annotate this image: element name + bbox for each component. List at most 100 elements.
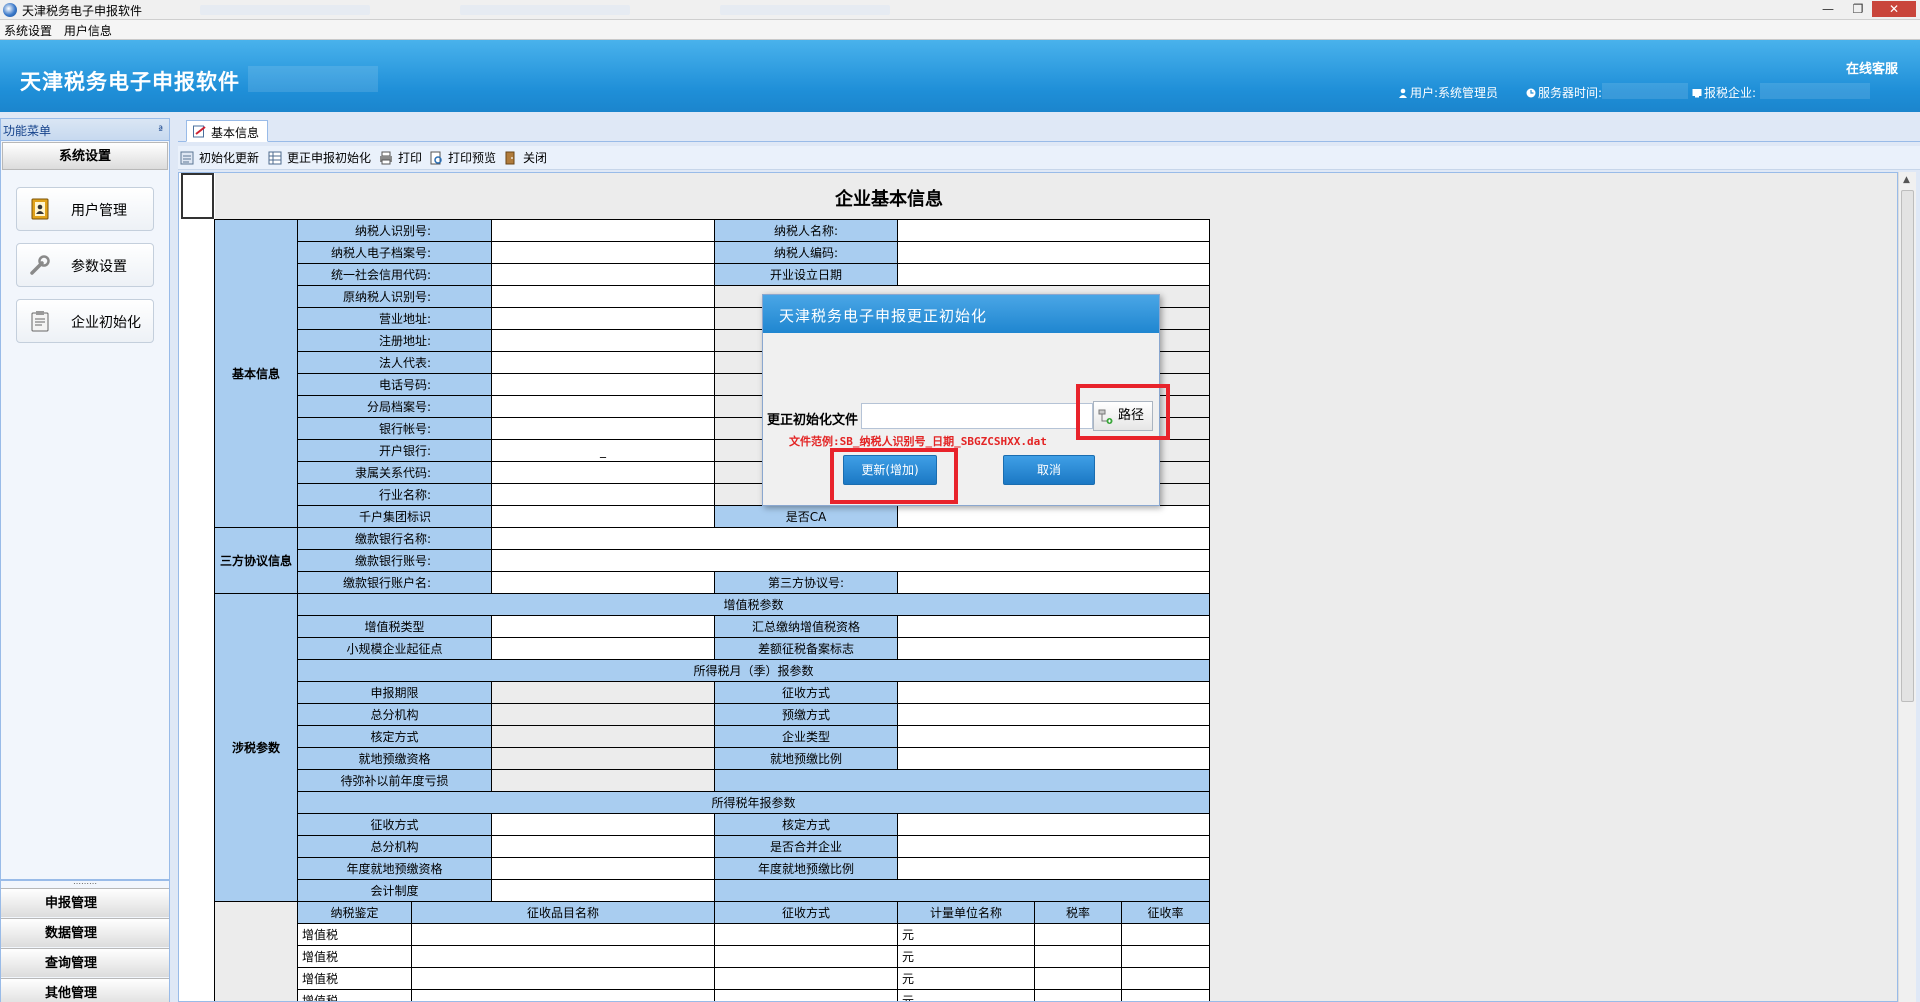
menu-system-settings[interactable]: 系统设置 <box>0 20 56 39</box>
section-other-management[interactable]: 其他管理 <box>1 978 169 1002</box>
field-value[interactable] <box>491 483 715 506</box>
field-label: 行业名称: <box>297 483 492 506</box>
section-data-management[interactable]: 数据管理 <box>1 918 169 947</box>
pin-icon[interactable]: ª <box>158 125 163 136</box>
minimize-button[interactable]: — <box>1818 1 1838 17</box>
field-value[interactable] <box>897 505 1210 528</box>
parameter-settings-button[interactable]: 参数设置 <box>16 243 154 287</box>
field-label: 原纳税人识别号: <box>297 285 492 308</box>
field-value[interactable] <box>897 241 1210 264</box>
field-value[interactable] <box>897 571 1210 594</box>
item-rate[interactable] <box>1034 989 1122 1001</box>
table-row: 涉税参数 增值税参数 <box>214 593 1210 902</box>
item-tax-type[interactable]: 增值税 <box>297 967 412 990</box>
scroll-up-arrow-icon[interactable]: ▲ <box>1903 175 1910 185</box>
item-levy-rate[interactable] <box>1121 945 1210 968</box>
field-value[interactable] <box>491 285 715 308</box>
panel-splitter-grip[interactable]: ⋯⋯⋯ <box>1 879 169 888</box>
item-levy-rate[interactable] <box>1121 923 1210 946</box>
field-label: 征收方式 <box>297 813 492 836</box>
item-tax-type[interactable]: 增值税 <box>297 945 412 968</box>
field-value[interactable] <box>491 615 715 638</box>
field-value[interactable] <box>897 857 1210 880</box>
item-unit[interactable]: 元 <box>897 989 1035 1001</box>
field-value[interactable] <box>897 263 1210 286</box>
field-value[interactable] <box>491 241 715 264</box>
section-declaration-management[interactable]: 申报管理 <box>1 888 169 917</box>
item-method[interactable] <box>714 967 898 990</box>
item-levy-rate[interactable] <box>1121 967 1210 990</box>
item-tax-type[interactable]: 增值税 <box>297 989 412 1001</box>
enterprise-init-button[interactable]: 企业初始化 <box>16 299 154 343</box>
maximize-button[interactable]: ❐ <box>1848 1 1868 17</box>
item-rate[interactable] <box>1034 945 1122 968</box>
close-button[interactable]: ✕ <box>1872 1 1916 17</box>
field-value[interactable] <box>491 813 715 836</box>
section-system-settings[interactable]: 系统设置 <box>2 142 168 170</box>
scroll-thumb[interactable] <box>1901 190 1914 702</box>
user-management-button[interactable]: 用户管理 <box>16 187 154 231</box>
field-value[interactable] <box>897 637 1210 660</box>
contact-book-icon <box>31 198 49 220</box>
item-name[interactable] <box>411 967 715 990</box>
field-value[interactable] <box>897 615 1210 638</box>
field-value[interactable] <box>897 813 1210 836</box>
section-query-management[interactable]: 查询管理 <box>1 948 169 977</box>
item-name[interactable] <box>411 923 715 946</box>
field-value[interactable] <box>491 417 715 440</box>
item-unit[interactable]: 元 <box>897 923 1035 946</box>
field-value[interactable] <box>491 835 715 858</box>
print-preview-button[interactable]: 打印预览 <box>429 149 496 167</box>
field-value[interactable] <box>491 351 715 374</box>
field-label: 就地预缴资格 <box>297 747 492 770</box>
field-value[interactable] <box>491 329 715 352</box>
item-method[interactable] <box>714 989 898 1001</box>
correction-init-button[interactable]: 更正申报初始化 <box>268 149 371 167</box>
field-value[interactable] <box>491 549 1210 572</box>
online-service-link[interactable]: 在线客服 <box>1846 58 1898 77</box>
item-rate[interactable] <box>1034 967 1122 990</box>
item-tax-type[interactable]: 增值税 <box>297 923 412 946</box>
field-value[interactable] <box>491 395 715 418</box>
item-name[interactable] <box>411 989 715 1001</box>
item-method[interactable] <box>714 923 898 946</box>
field-value[interactable] <box>897 835 1210 858</box>
field-value[interactable] <box>897 725 1210 748</box>
field-value[interactable] <box>491 857 715 880</box>
field-value[interactable] <box>491 879 715 902</box>
field-value[interactable]: _ <box>491 439 715 462</box>
field-value[interactable] <box>897 219 1210 242</box>
cancel-button[interactable]: 取消 <box>1003 455 1095 485</box>
field-value[interactable] <box>491 571 715 594</box>
item-unit[interactable]: 元 <box>897 945 1035 968</box>
field-label: 是否CA <box>714 505 898 528</box>
vertical-scrollbar[interactable]: ▲ <box>1898 172 1916 1002</box>
item-levy-rate[interactable] <box>1121 989 1210 1001</box>
company-redacted <box>1760 83 1870 99</box>
item-method[interactable] <box>714 945 898 968</box>
print-button[interactable]: 打印 <box>379 149 422 167</box>
init-update-button[interactable]: 初始化更新 <box>180 149 259 167</box>
item-unit[interactable]: 元 <box>897 967 1035 990</box>
field-value[interactable] <box>491 263 715 286</box>
menu-user-info[interactable]: 用户信息 <box>60 20 116 39</box>
field-value[interactable] <box>491 219 715 242</box>
field-value[interactable] <box>897 703 1210 726</box>
field-value[interactable] <box>897 747 1210 770</box>
item-name[interactable] <box>411 945 715 968</box>
field-value[interactable] <box>491 527 1210 550</box>
wrench-icon <box>30 255 50 275</box>
field-value[interactable] <box>897 681 1210 704</box>
table-row: 总分机构 是否合并企业 <box>215 835 1210 858</box>
table-row: 就地预缴资格 就地预缴比例 <box>215 747 1210 770</box>
tab-basic-info[interactable]: 基本信息 <box>186 120 269 142</box>
field-value[interactable] <box>491 461 715 484</box>
item-rate[interactable] <box>1034 923 1122 946</box>
field-value[interactable] <box>491 373 715 396</box>
file-path-input[interactable] <box>861 403 1093 429</box>
close-tab-button[interactable]: 关闭 <box>504 149 547 167</box>
field-value[interactable] <box>491 637 715 660</box>
header-banner: 天津税务电子申报软件 在线客服 用户:系统管理员 服务器时间: 报税企业: <box>0 40 1920 112</box>
field-value[interactable] <box>491 307 715 330</box>
field-value[interactable] <box>491 505 715 528</box>
